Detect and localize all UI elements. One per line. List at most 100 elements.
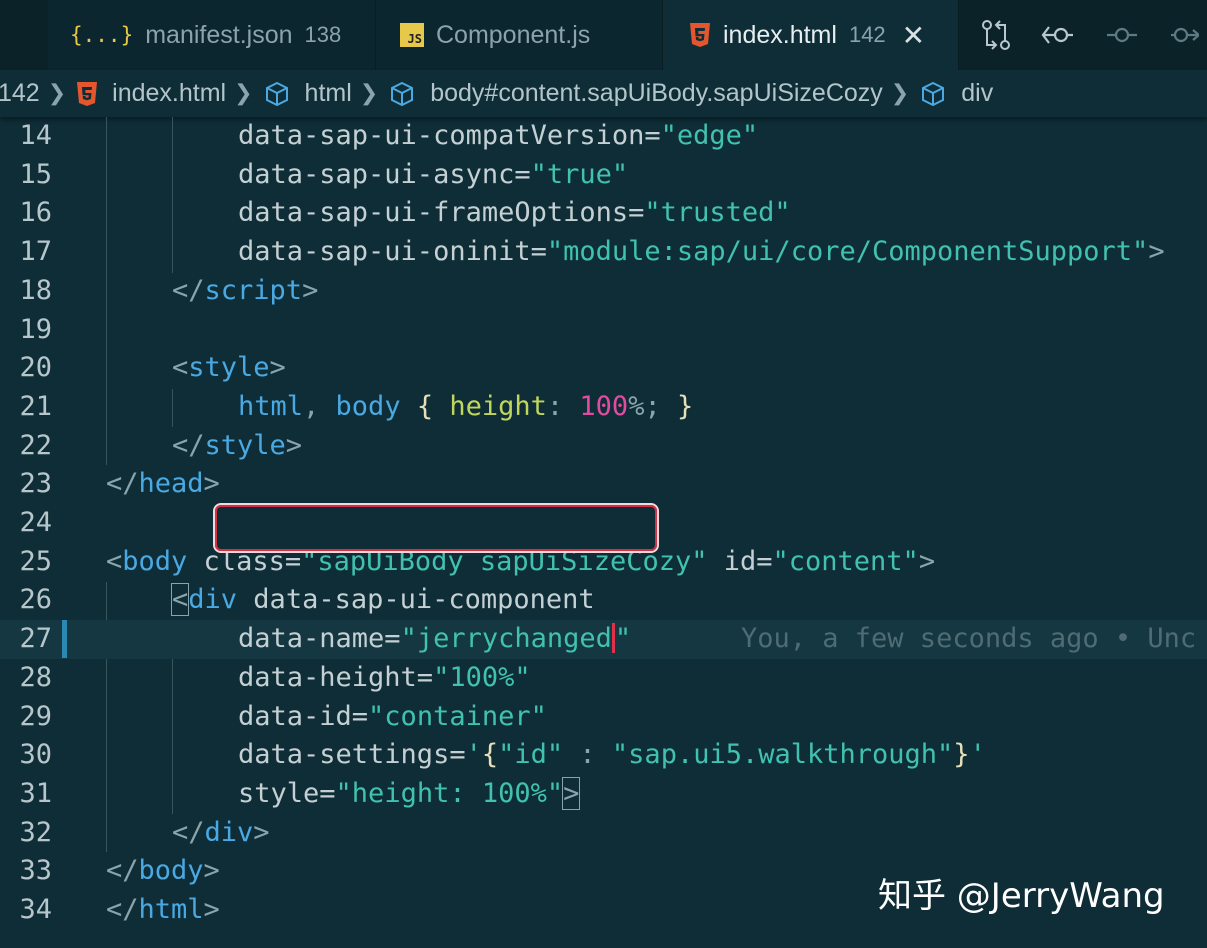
code-line: 22 </style> (0, 427, 1207, 466)
compare-changes-icon[interactable] (981, 19, 1011, 51)
next-change-icon[interactable] (1169, 22, 1199, 48)
tag-open: < (172, 352, 189, 384)
breadcrumb-label: body#content.sapUiBody.sapUiSizeCozy (430, 79, 883, 107)
attr-value: "container" (368, 700, 547, 732)
code-line: 21 html, body { height: 100%; } (0, 388, 1207, 427)
css-brace: { (400, 390, 450, 422)
json-colon: : (563, 739, 612, 771)
breadcrumb-label: index.html (112, 79, 227, 107)
tag-open: </ (106, 855, 139, 887)
code-line: 32 </div> (0, 814, 1207, 853)
previous-change-icon[interactable] (1105, 22, 1139, 48)
line-number: 15 (19, 158, 52, 190)
attr-name: data-sap-ui-frameOptions= (238, 197, 645, 229)
line-number: 34 (19, 894, 52, 925)
attr-name: data-name= (238, 623, 401, 655)
attr-value: "trusted" (644, 197, 791, 229)
line-number: 28 (19, 661, 52, 693)
code-line: 30 data-settings='{"id" : "sap.ui5.walkt… (0, 736, 1207, 775)
tab-index-html[interactable]: index.html 142 ✕ (663, 0, 959, 70)
code-line: 18 </script> (0, 272, 1207, 311)
tab-problem-count: 138 (304, 22, 342, 47)
css-brace: } (660, 390, 694, 422)
tag-name: div (204, 816, 254, 848)
breadcrumb-item-div[interactable]: div (919, 79, 993, 108)
tag-close: > (203, 894, 220, 925)
watermark: 知乎 @JerryWang (878, 876, 1165, 916)
attr-name: data-sap-ui-oninit= (238, 236, 547, 268)
line-number: 23 (19, 468, 52, 500)
breadcrumb-item-html[interactable]: html (263, 79, 352, 108)
tag-close: > (1148, 236, 1165, 268)
line-number: 22 (19, 429, 52, 461)
attr-quote: ' (969, 739, 986, 771)
tab-manifest-json[interactable]: {...} manifest.json 138 (48, 0, 376, 70)
breadcrumb: 142 ❯ index.html ❯ html ❯ body#content.s… (0, 70, 1207, 117)
code-line: 26 <div data-sap-ui-component (0, 581, 1207, 620)
attr-name: data-sap-ui-async= (238, 158, 531, 190)
line-number: 17 (19, 236, 52, 268)
tag-open: </ (172, 429, 205, 461)
code-line: 17 data-sap-ui-oninit="module:sap/ui/cor… (0, 233, 1207, 272)
code-line: 28 data-height="100%" (0, 659, 1207, 698)
line-number: 32 (19, 816, 52, 848)
tag-close: > (269, 352, 286, 384)
attr-quote: " (614, 623, 632, 655)
tag-name: html (138, 894, 204, 925)
tag-open: </ (172, 816, 205, 848)
code-line: 31 style="height: 100%"> (0, 775, 1207, 814)
symbol-element-icon (391, 81, 414, 106)
tag-open: </ (172, 274, 205, 306)
tag-name: style (204, 429, 286, 461)
attr-name: data-settings= (238, 739, 466, 771)
line-number: 25 (19, 545, 52, 577)
chevron-right-icon: ❯ (890, 81, 910, 106)
breadcrumb-item-body[interactable]: body#content.sapUiBody.sapUiSizeCozy (388, 79, 883, 108)
tag-open: < (170, 583, 190, 617)
json-key: "id" (498, 739, 564, 771)
tag-close: > (203, 468, 220, 500)
breadcrumb-label: div (961, 79, 994, 107)
code-line: 15 data-sap-ui-async="true" (0, 156, 1207, 195)
code-line: 20 <style> (0, 349, 1207, 388)
json-file-icon: {...} (70, 23, 134, 47)
tab-bar: {...} manifest.json 138 JS Component.js … (0, 0, 1207, 70)
attr-name: data-height= (238, 661, 434, 693)
code-line: 16 data-sap-ui-frameOptions="trusted" (0, 194, 1207, 233)
attr-value: "edge" (660, 120, 759, 151)
css-selector: html (238, 390, 304, 422)
line-number: 27 (19, 623, 52, 655)
attr-value: "module:sap/ui/core/ComponentSupport" (546, 236, 1149, 268)
line-number: 24 (19, 507, 52, 538)
breadcrumb-item-file[interactable]: index.html (76, 79, 226, 108)
tag-name: body (138, 855, 204, 887)
chevron-right-icon: ❯ (47, 81, 67, 106)
attr-name: style= (238, 777, 336, 809)
line-number: 29 (19, 700, 52, 732)
tag-open: < (106, 545, 123, 577)
close-icon[interactable]: ✕ (902, 19, 925, 52)
tag-open: </ (106, 894, 139, 925)
tab-label: manifest.json (145, 20, 293, 49)
symbol-element-icon (922, 81, 945, 106)
line-number: 21 (19, 390, 52, 422)
tag-close: > (918, 545, 936, 577)
tag-close: > (253, 816, 270, 848)
json-value: "sap.ui5.walkthrough" (611, 739, 954, 771)
line-number: 33 (19, 855, 52, 887)
line-number: 14 (19, 120, 52, 151)
code-line: 29 data-id="container" (0, 698, 1207, 737)
css-punct: , (303, 390, 336, 422)
attr-value: "true" (530, 158, 629, 190)
tag-close: > (285, 429, 303, 461)
open-previous-change-icon[interactable] (1041, 22, 1075, 48)
attr-value: "content" (772, 545, 919, 577)
attr-name: id= (707, 545, 773, 577)
tag-name: style (188, 352, 270, 384)
attr-name: data-id= (238, 700, 369, 732)
chevron-right-icon: ❯ (234, 81, 253, 106)
tag-name: head (138, 468, 204, 500)
css-property: height (449, 390, 547, 422)
highlight-annotation-box (215, 505, 657, 551)
tab-component-js[interactable]: JS Component.js (376, 0, 663, 70)
